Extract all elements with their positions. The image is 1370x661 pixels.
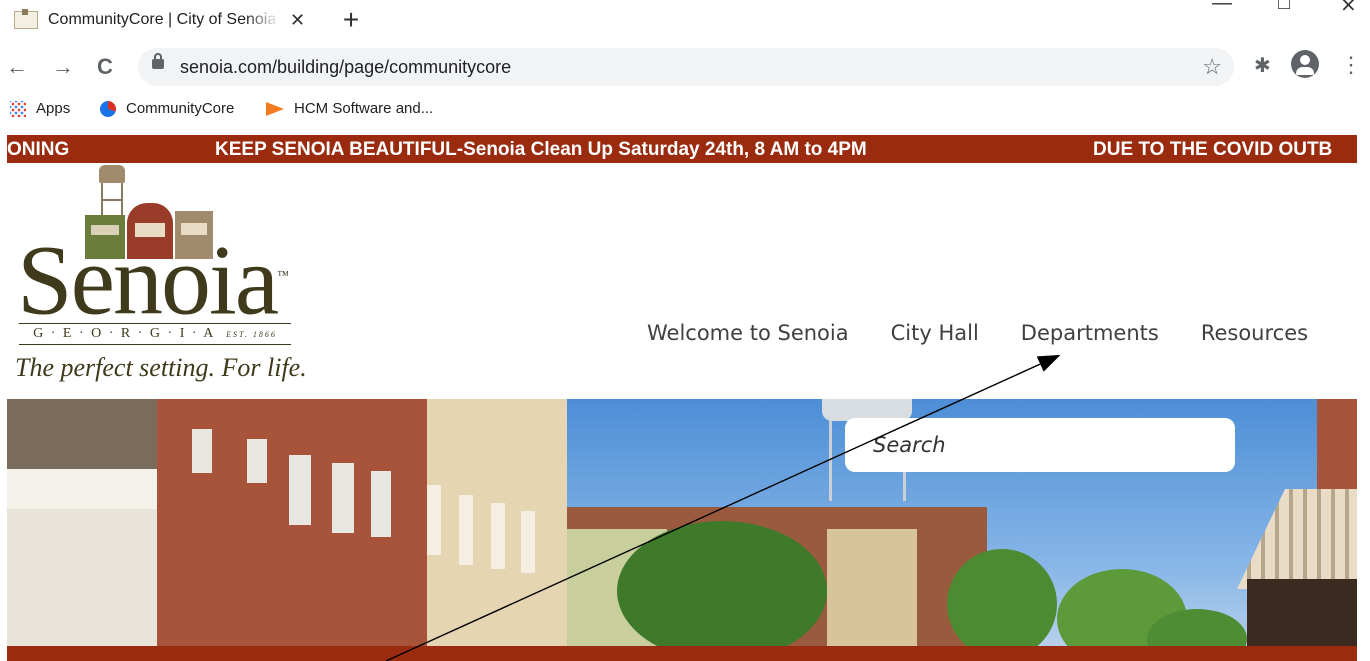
maximize-window-icon[interactable]: □ [1278,0,1290,15]
nav-city-hall[interactable]: City Hall [891,321,979,345]
bookmark-label: HCM Software and... [294,100,434,117]
senoia-favicon-icon [14,9,38,29]
bottom-color-band [7,646,1357,661]
water-tower-icon [99,165,125,183]
tab-close-icon[interactable]: ✕ [290,10,305,31]
browser-tab-bar: CommunityCore | City of Senoia ✕ + — □ ⨯ [0,0,1370,40]
logo-georgia-line: G · E · O · R · G · I · A EST. 1866 [19,323,291,345]
bookmark-communitycore[interactable]: CommunityCore [100,100,234,117]
main-navigation: Welcome to Senoia City Hall Departments … [647,321,1308,345]
communitycore-logo-icon [100,100,116,117]
logo-tagline: The perfect setting. For life. [15,353,307,382]
apps-grid-icon [10,100,26,117]
tab-title: CommunityCore | City of Senoia [48,11,277,28]
hcm-logo-icon [266,101,284,116]
nav-welcome-to-senoia[interactable]: Welcome to Senoia [647,321,849,345]
new-tab-button[interactable]: + [334,3,368,37]
ticker-item[interactable]: DUE TO THE COVID OUTB [1093,139,1332,161]
address-bar[interactable]: senoia.com/building/page/communitycore ☆ [138,48,1234,86]
site-header: Senoia™ G · E · O · R · G · I · A EST. 1… [7,163,1357,399]
bookmark-label: CommunityCore [126,100,235,117]
bookmark-star-icon[interactable]: ☆ [1202,54,1222,80]
profile-avatar-icon[interactable] [1291,50,1319,78]
reload-button[interactable]: C [90,52,120,82]
extensions-puzzle-icon[interactable]: ✱ [1254,53,1271,78]
hero-banner [7,399,1357,646]
bookmark-label: Apps [36,100,71,117]
browser-tab[interactable]: CommunityCore | City of Senoia ✕ [0,0,322,40]
news-ticker[interactable]: ONING KEEP SENOIA BEAUTIFUL-Senoia Clean… [7,135,1357,163]
browser-toolbar: ← → C senoia.com/building/page/community… [0,40,1370,94]
back-button[interactable]: ← [2,52,32,82]
url-text[interactable]: senoia.com/building/page/communitycore [180,57,511,78]
nav-departments[interactable]: Departments [1021,321,1159,345]
nav-resources[interactable]: Resources [1201,321,1308,345]
browser-menu-icon[interactable]: ⋮ [1340,52,1362,78]
bookmarks-bar: Apps CommunityCore HCM Software and... [0,94,1370,126]
bookmark-apps[interactable]: Apps [10,100,70,117]
ticker-item[interactable]: ONING [7,139,69,161]
senoia-logo[interactable]: Senoia™ G · E · O · R · G · I · A EST. 1… [15,163,307,395]
bookmark-hcm-software[interactable]: HCM Software and... [266,100,433,117]
ticker-item[interactable]: KEEP SENOIA BEAUTIFUL-Senoia Clean Up Sa… [215,139,867,161]
forward-button[interactable]: → [48,52,78,82]
logo-wordmark: Senoia™ [17,224,289,336]
awning-image [1237,489,1357,589]
minimize-window-icon[interactable]: — [1212,0,1232,15]
close-window-icon[interactable]: ⨯ [1340,0,1357,17]
lock-icon[interactable] [152,53,164,69]
search-input[interactable] [845,418,1235,472]
